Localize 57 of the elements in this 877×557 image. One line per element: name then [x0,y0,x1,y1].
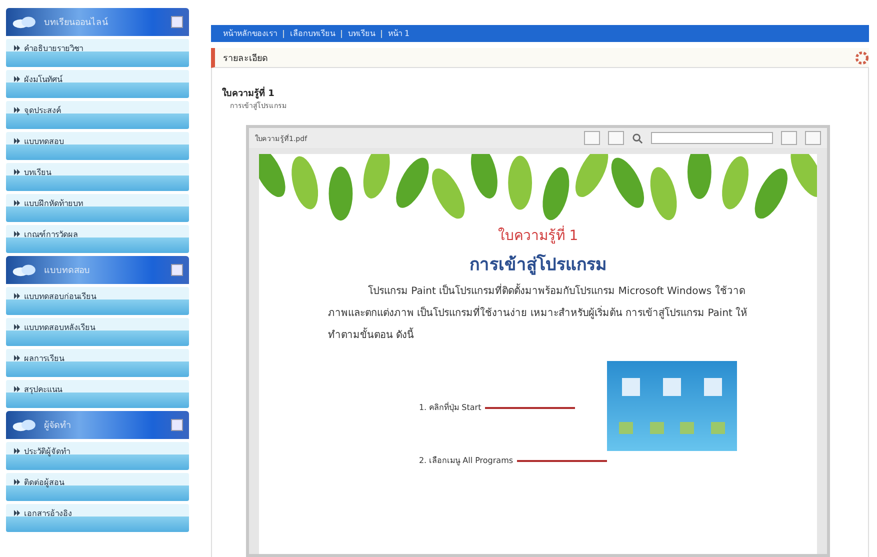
page-button[interactable] [584,131,600,145]
sidebar-item[interactable]: แบบฝึกหัดท้ายบท [6,194,189,222]
step-text: 1. คลิกที่ปุ่ม Start [418,401,482,414]
sidebar-item[interactable]: ผลการเรียน [6,349,189,377]
bullet-icon [14,138,20,144]
separator-icon [283,30,284,38]
content-title: ใบความรู้ที่ 1 [222,86,860,100]
sidebar-item[interactable]: ผังมโนทัศน์ [6,70,189,98]
toolbar-button[interactable] [805,131,821,145]
sidebar-item[interactable]: ติดต่อผู้สอน [6,473,189,501]
bullet-icon [14,386,20,392]
section-title: บทเรียนออนไลน์ [44,16,109,29]
bullet-icon [14,448,20,454]
bullet-icon [14,510,20,516]
bullet-icon [14,76,20,82]
separator-icon [341,30,342,38]
square-icon [171,16,183,28]
section-title: ผู้จัดทำ [44,420,72,432]
breadcrumb-link[interactable]: หน้า 1 [388,27,410,40]
sidebar-item[interactable]: ประวัติผู้จัดทำ [6,442,189,470]
zoom-field[interactable] [651,132,773,144]
page-paragraph: โปรแกรม Paint เป็นโปรแกรมที่ติดตั้งมาพร้อมกับโปรแกรม Microsoft Windows ใช้วาดภาพและตกแต่งภาพ เป็นโปรแกรมที่ใช้งานง่าย เหมาะสำหรับผู้เริ่มต้น การเข้าสู่โปรแกรม Paint ให้ทำตามขั้นตอน ดังนี้ [328,281,748,347]
bullet-icon [14,293,20,299]
page-title: การเข้าสู่โปรแกรม [470,253,606,277]
square-icon [171,264,183,276]
panel-title: รายละเอียด [223,52,268,65]
breadcrumb-link[interactable]: เลือกบทเรียน [290,27,335,40]
sidebar-item[interactable]: บทเรียน [6,163,189,191]
page-button[interactable] [608,131,624,145]
bullet-icon [14,231,20,237]
sidebar-item[interactable]: แบบทดสอบหลังเรียน [6,318,189,346]
search-icon[interactable] [632,132,643,144]
cloud-icon [12,418,38,432]
sidebar-item[interactable]: คำอธิบายรายวิชา [6,39,189,67]
sidebar-item[interactable]: แบบทดสอบ [6,132,189,160]
cloud-icon [12,15,38,29]
bullet-icon [14,355,20,361]
page-heading: ใบความรู้ที่ 1 [498,224,578,246]
sidebar-item[interactable]: สรุปคะแนน [6,380,189,408]
sidebar-item[interactable]: แบบทดสอบก่อนเรียน [6,287,189,315]
separator-icon [381,30,382,38]
toolbar-button[interactable] [781,131,797,145]
bullet-icon [14,107,20,113]
breadcrumb-link[interactable]: หน้าหลักของเรา [223,27,277,40]
bullet-icon [14,324,20,330]
bullet-icon [14,200,20,206]
step-text: 2. เลือกเมนู All Programs [418,455,514,467]
sidebar-item[interactable]: เอกสารอ้างอิง [6,504,189,532]
section-title: แบบทดสอบ [44,265,91,277]
cloud-icon [12,263,38,277]
breadcrumb-link[interactable]: บทเรียน [348,27,375,40]
bullet-icon [14,45,20,51]
sidebar-item[interactable]: จุดประสงค์ [6,101,189,129]
sidebar-item[interactable]: เกณฑ์การวัดผล [6,225,189,253]
square-icon [171,419,183,431]
bullet-icon [14,169,20,175]
bullet-icon [14,479,20,485]
